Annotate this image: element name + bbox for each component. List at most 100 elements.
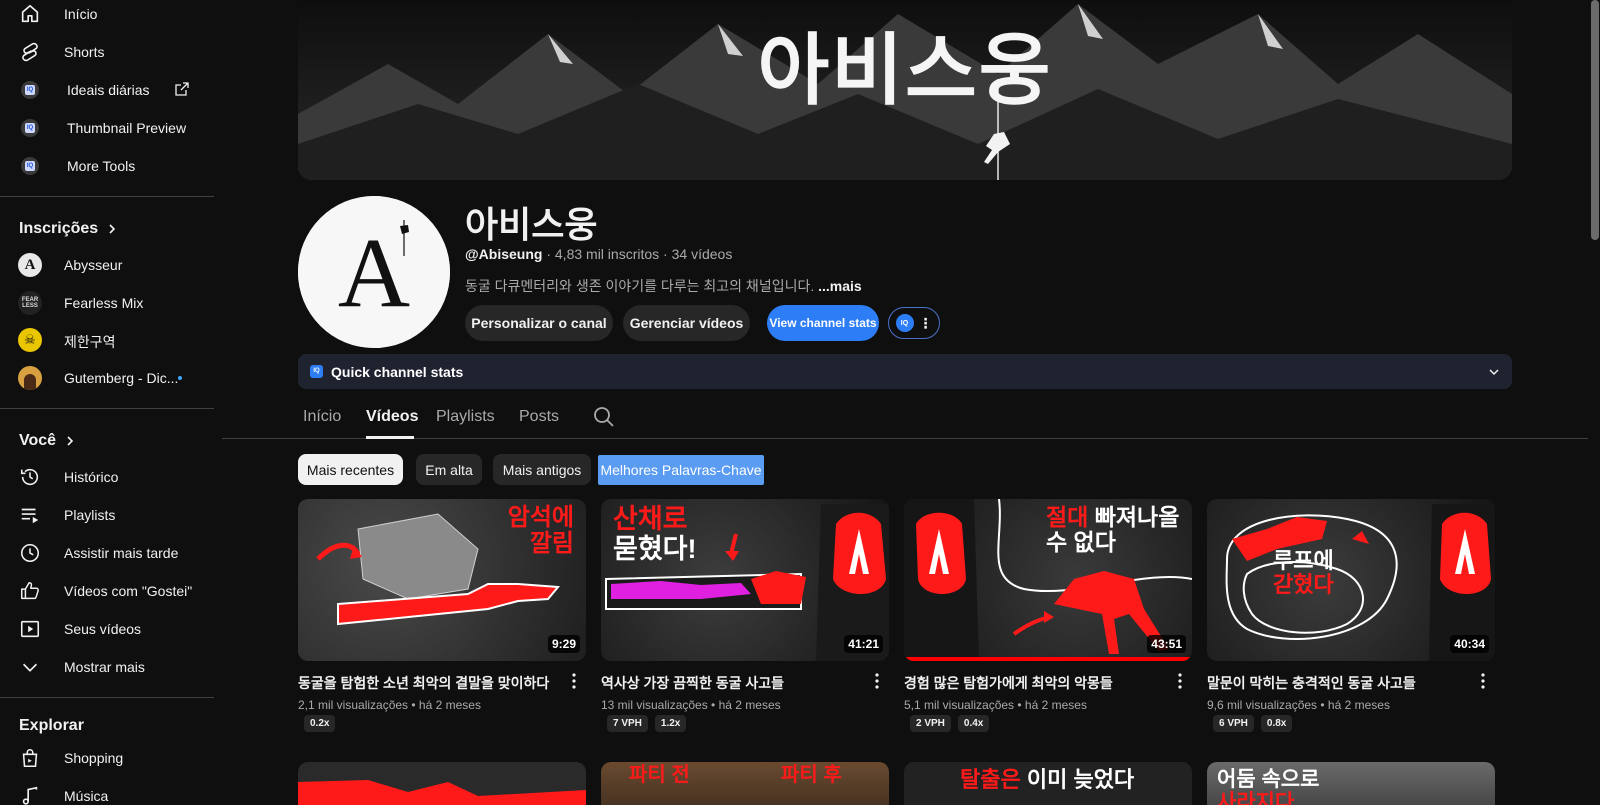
watch-later-icon (18, 541, 42, 565)
your-videos-icon (18, 617, 42, 641)
chip-melhores-palavras-chave[interactable]: Melhores Palavras-Chave (598, 455, 764, 485)
sidebar: Início Shorts IQ Ideais diárias IQ Thumb… (0, 0, 214, 805)
tab-videos[interactable]: Vídeos (366, 408, 418, 426)
subscription-item[interactable]: ☠ 제한구역 (0, 322, 214, 358)
vidiq-menu-button[interactable]: IQ ⋮ (888, 307, 940, 339)
vidiq-tags: 2 VPH 0.4x (910, 715, 990, 732)
video-thumbnail[interactable]: 절대 빠져나올 수 없다 43:51 (904, 499, 1192, 661)
channel-description[interactable]: 동굴 다큐멘터리와 생존 이야기를 다루는 최고의 채널입니다. ...mais (465, 276, 862, 296)
vidiq-icon: IQ (18, 78, 42, 102)
more-vert-icon[interactable] (1481, 673, 1485, 689)
video-thumbnail[interactable]: 루프에 갇혔다 40:34 (1207, 499, 1495, 661)
subscription-item[interactable]: Gutemberg - Dic... (0, 360, 214, 396)
you-heading-label: Você (19, 432, 57, 449)
avatar: ☠ (18, 328, 42, 352)
video-meta: 13 mil visualizações • há 2 meses (601, 698, 781, 712)
sidebar-item-shopping[interactable]: Shopping (0, 740, 214, 776)
chevron-down-icon (1489, 369, 1499, 376)
sidebar-item-show-more[interactable]: Mostrar mais (0, 649, 214, 685)
thumbnail-overlay-text: 파티 후 (781, 764, 842, 786)
new-content-dot (178, 376, 182, 380)
sidebar-item-ideias-diarias[interactable]: IQ Ideais diárias (0, 72, 214, 108)
video-thumbnail[interactable]: 암석에 깔림 9:29 (298, 499, 586, 661)
sidebar-item-label: Histórico (64, 469, 119, 485)
subscription-item[interactable]: FEAR LESS Fearless Mix (0, 285, 214, 321)
tab-playlists[interactable]: Playlists (436, 408, 495, 426)
svg-text:A: A (338, 217, 410, 328)
like-icon (18, 579, 42, 603)
scrollbar-thumb[interactable] (1591, 0, 1599, 240)
vidiq-tag: 1.2x (654, 715, 687, 732)
you-heading[interactable]: Você (19, 432, 76, 450)
history-icon (18, 465, 42, 489)
manage-videos-button[interactable]: Gerenciar vídeos (623, 305, 750, 341)
more-link[interactable]: ...mais (818, 278, 862, 294)
video-card[interactable]: 루프에 갇혔다 40:34 말문이 막히는 충격적인 동굴 사고들 9,6 mil… (1207, 499, 1495, 739)
sidebar-item-watch-later[interactable]: Assistir mais tarde (0, 535, 214, 571)
vidiq-tag: 0.4x (957, 715, 990, 732)
video-title[interactable]: 역사상 가장 끔찍한 동굴 사고들 (601, 673, 861, 693)
video-thumbnail[interactable] (298, 762, 586, 805)
subscriptions-heading-label: Inscrições (19, 220, 99, 237)
more-vert-icon[interactable] (572, 673, 576, 689)
more-vert-icon[interactable] (875, 673, 879, 689)
sidebar-item-your-videos[interactable]: Seus vídeos (0, 611, 214, 647)
sidebar-item-label: More Tools (67, 158, 136, 174)
shopping-icon (18, 746, 42, 770)
avatar: A (18, 253, 42, 277)
video-card[interactable]: 절대 빠져나올 수 없다 43:51 경험 많은 탐험가에게 최악의 악몽들 5,… (904, 499, 1192, 739)
video-thumbnail[interactable]: 파티 전 파티 후 (601, 762, 889, 805)
sidebar-item-home[interactable]: Início (0, 0, 214, 32)
sidebar-divider (0, 408, 214, 409)
vidiq-tag: 6 VPH (1213, 715, 1254, 732)
subscription-item[interactable]: A Abysseur (0, 247, 214, 283)
chip-em-alta[interactable]: Em alta (416, 454, 482, 485)
sidebar-item-thumbnail-preview[interactable]: IQ Thumbnail Preview (0, 110, 214, 146)
explore-heading-label: Explorar (19, 717, 84, 734)
video-meta: 2,1 mil visualizações • há 2 meses (298, 698, 481, 712)
sidebar-item-music[interactable]: Música (0, 778, 214, 805)
subscription-label: 제한구역 (64, 334, 116, 350)
channel-meta: @Abiseung · 4,83 mil inscritos · 34 víde… (465, 246, 732, 262)
vidiq-tags: 7 VPH 1.2x (607, 715, 687, 732)
youtube-channel-page: Início Shorts IQ Ideais diárias IQ Thumb… (0, 0, 1600, 805)
tab-posts[interactable]: Posts (519, 408, 559, 426)
search-icon[interactable] (592, 405, 616, 434)
video-title[interactable]: 경험 많은 탐험가에게 최악의 악몽들 (904, 673, 1164, 693)
video-meta: 5,1 mil visualizações • há 2 meses (904, 698, 1087, 712)
video-thumbnail[interactable]: 산채로 묻혔다! 41:21 (601, 499, 889, 661)
sidebar-item-history[interactable]: Histórico (0, 459, 214, 495)
chip-mais-recentes[interactable]: Mais recentes (298, 454, 403, 485)
video-card[interactable]: 산채로 묻혔다! 41:21 역사상 가장 끔찍한 동굴 사고들 13 mil v… (601, 499, 889, 739)
more-vert-icon[interactable] (1178, 673, 1182, 689)
channel-tabs: Início Vídeos Playlists Posts (222, 396, 1588, 439)
vidiq-tag: 0.8x (1260, 715, 1293, 732)
sidebar-item-label: Thumbnail Preview (67, 120, 187, 136)
banner-title: 아비스웅 (757, 26, 1053, 114)
sidebar-item-shorts[interactable]: Shorts (0, 34, 214, 70)
video-thumbnail[interactable]: 어둠 속으로 사라지다 (1207, 762, 1495, 805)
video-title[interactable]: 동굴을 탐험한 소년 최악의 결말을 맞이하다 (298, 673, 558, 693)
more-vert-icon: ⋮ (918, 315, 933, 331)
view-channel-stats-button[interactable]: View channel stats (767, 305, 879, 341)
thumbnail-overlay-text: 절대 빠져나올 수 없다 (1046, 504, 1180, 556)
subscriptions-heading[interactable]: Inscrições (19, 220, 118, 238)
sidebar-item-more-tools[interactable]: IQ More Tools (0, 148, 214, 184)
quick-channel-stats-bar[interactable]: IQ Quick channel stats (298, 354, 1512, 389)
customize-channel-button[interactable]: Personalizar o canal (465, 305, 613, 341)
sidebar-item-liked-videos[interactable]: Vídeos com "Gostei" (0, 573, 214, 609)
description-text: 동굴 다큐멘터리와 생존 이야기를 다루는 최고의 채널입니다. (465, 278, 815, 294)
avatar: FEAR LESS (18, 291, 42, 315)
video-title[interactable]: 말문이 막히는 충격적인 동굴 사고들 (1207, 673, 1467, 693)
video-thumbnail[interactable]: 탈출은 이미 늦었다 (904, 762, 1192, 805)
tab-inicio[interactable]: Início (303, 408, 341, 426)
chip-mais-antigos[interactable]: Mais antigos (493, 454, 591, 485)
vidiq-tag: 0.2x (304, 715, 336, 732)
channel-main: 아비스웅 A 아비스웅 @Abiseung · 4,83 mil inscrit… (222, 0, 1588, 805)
channel-avatar[interactable]: A (298, 196, 450, 348)
thumbnail-overlay-text: 파티 전 (629, 764, 690, 786)
video-card[interactable]: 암석에 깔림 9:29 동굴을 탐험한 소년 최악의 결말을 맞이하다 2,1 m… (298, 499, 586, 739)
sidebar-item-label: Vídeos com "Gostei" (64, 583, 193, 599)
sidebar-item-playlists[interactable]: Playlists (0, 497, 214, 533)
explore-heading: Explorar (19, 717, 84, 735)
